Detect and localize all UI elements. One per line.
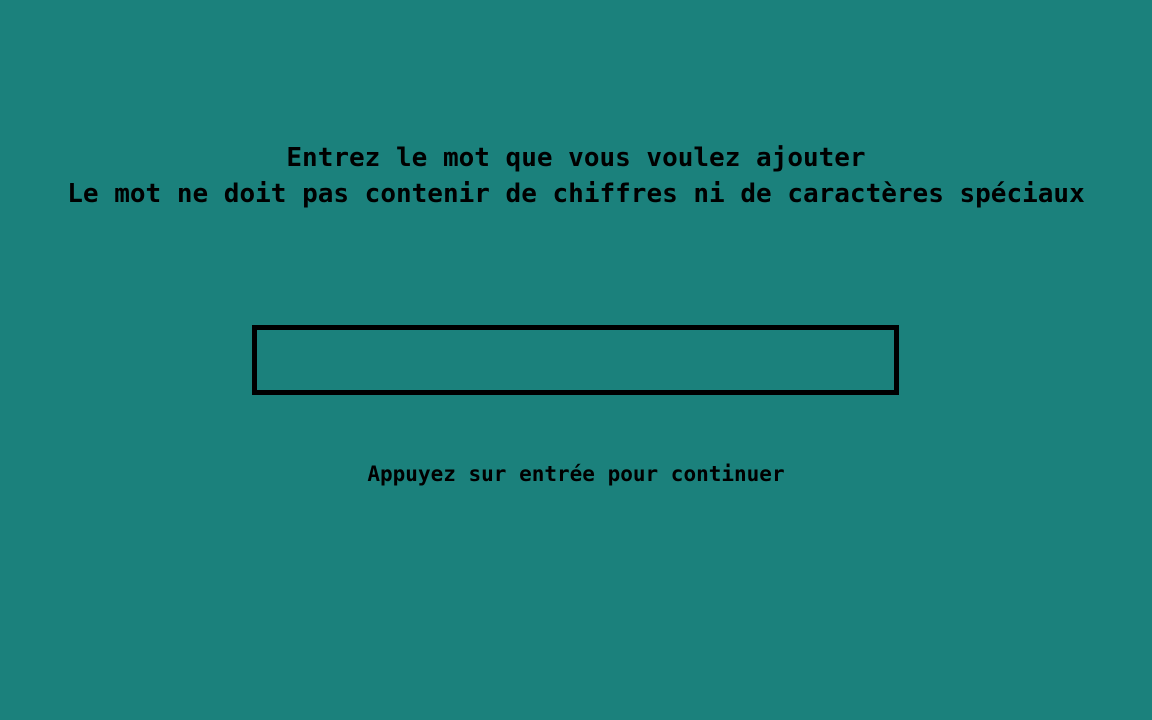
prompt-title: Entrez le mot que vous voulez ajouter: [286, 143, 866, 173]
continue-hint: Appuyez sur entrée pour continuer: [367, 462, 785, 486]
word-input[interactable]: [252, 325, 899, 395]
prompt-rule: Le mot ne doit pas contenir de chiffres …: [67, 179, 1085, 209]
